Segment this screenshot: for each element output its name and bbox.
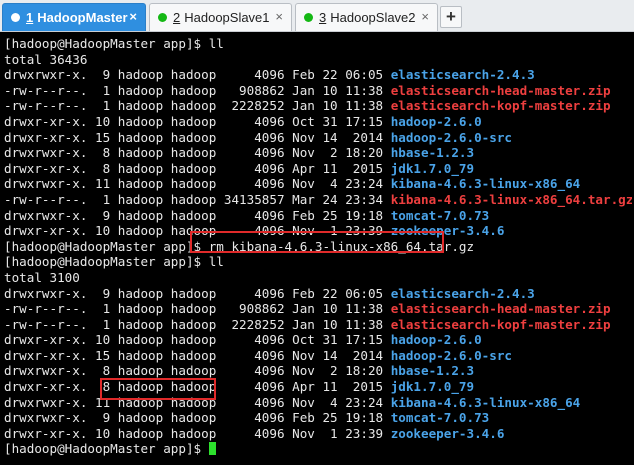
- terminal-text: [hadoop@HadoopMaster app]$ rm kibana-4.6…: [4, 238, 475, 254]
- terminal-text: drwxrwxr-x. 9 hadoop hadoop 4096 Feb 25 …: [4, 207, 391, 223]
- terminal-text: drwxrwxr-x. 9 hadoop hadoop 4096 Feb 22 …: [4, 67, 391, 83]
- terminal-text: drwxr-xr-x. 8 hadoop hadoop 4096 Apr 11 …: [4, 379, 391, 395]
- terminal-line: drwxr-xr-x. 10 hadoop hadoop 4096 Nov 1 …: [4, 223, 632, 239]
- terminal-line: drwxr-xr-x. 8 hadoop hadoop 4096 Apr 11 …: [4, 379, 632, 395]
- terminal-text: drwxr-xr-x. 10 hadoop hadoop 4096 Nov 1 …: [4, 223, 391, 239]
- terminal-text: drwxr-xr-x. 8 hadoop hadoop 4096 Apr 11 …: [4, 160, 391, 176]
- terminal-line: drwxrwxr-x. 11 hadoop hadoop 4096 Nov 4 …: [4, 176, 632, 192]
- terminal-text: total 36436: [4, 51, 88, 67]
- cursor: [208, 442, 216, 456]
- terminal-line: drwxr-xr-x. 10 hadoop hadoop 4096 Oct 31…: [4, 332, 632, 348]
- terminal-text: -rw-r--r--. 1 hadoop hadoop 2228252 Jan …: [4, 316, 391, 332]
- tab-hadoopslave1[interactable]: 2 HadoopSlave1 ×: [149, 3, 292, 31]
- terminal-text: drwxrwxr-x. 11 hadoop hadoop 4096 Nov 4 …: [4, 394, 391, 410]
- terminal-text: drwxr-xr-x. 10 hadoop hadoop 4096 Nov 1 …: [4, 425, 391, 441]
- terminal-line: drwxr-xr-x. 8 hadoop hadoop 4096 Apr 11 …: [4, 161, 632, 177]
- terminal-line: total 36436: [4, 52, 632, 68]
- close-tab-icon[interactable]: ×: [129, 10, 137, 24]
- tab-bar: 1 HadoopMaster × 2 HadoopSlave1 × 3 Hado…: [0, 0, 634, 32]
- file-name: elasticsearch-head-master.zip: [390, 82, 611, 98]
- terminal-line: [hadoop@HadoopMaster app]$ ll: [4, 254, 632, 270]
- terminal-text: drwxr-xr-x. 10 hadoop hadoop 4096 Oct 31…: [4, 113, 391, 129]
- terminal-text: drwxrwxr-x. 11 hadoop hadoop 4096 Nov 4 …: [4, 176, 391, 192]
- terminal-line: -rw-r--r--. 1 hadoop hadoop 34135857 Mar…: [4, 192, 632, 208]
- close-tab-icon[interactable]: ×: [421, 10, 429, 24]
- terminal-text: -rw-r--r--. 1 hadoop hadoop 2228252 Jan …: [4, 98, 391, 114]
- terminal-line: [hadoop@HadoopMaster app]$: [4, 441, 632, 457]
- tab-number: 1: [26, 10, 34, 25]
- terminal-line: drwxrwxr-x. 9 hadoop hadoop 4096 Feb 25 …: [4, 410, 632, 426]
- file-name: tomcat-7.0.73: [390, 207, 490, 223]
- tab-hadoopslave2[interactable]: 3 HadoopSlave2 ×: [295, 3, 438, 31]
- file-name: kibana-4.6.3-linux-x86_64.tar.gz: [390, 191, 632, 207]
- tab-label: HadoopSlave1: [184, 10, 270, 25]
- terminal-line: total 3100: [4, 270, 632, 286]
- terminal-text: drwxr-xr-x. 15 hadoop hadoop 4096 Nov 14…: [4, 129, 391, 145]
- tab-number: 2: [173, 10, 181, 25]
- file-name: hbase-1.2.3: [390, 363, 475, 379]
- terminal-line: drwxr-xr-x. 15 hadoop hadoop 4096 Nov 14…: [4, 130, 632, 146]
- file-name: elasticsearch-kopf-master.zip: [390, 316, 611, 332]
- terminal-line: [hadoop@HadoopMaster app]$ ll: [4, 36, 632, 52]
- terminal-line: drwxrwxr-x. 9 hadoop hadoop 4096 Feb 22 …: [4, 67, 632, 83]
- file-name: jdk1.7.0_79: [390, 160, 475, 176]
- terminal-line: drwxrwxr-x. 8 hadoop hadoop 4096 Nov 2 1…: [4, 145, 632, 161]
- terminal-line: drwxrwxr-x. 9 hadoop hadoop 4096 Feb 25 …: [4, 208, 632, 224]
- terminal-text: drwxrwxr-x. 8 hadoop hadoop 4096 Nov 2 1…: [4, 145, 391, 161]
- file-name: elasticsearch-kopf-master.zip: [390, 98, 611, 114]
- tab-number: 3: [319, 10, 327, 25]
- terminal-line: -rw-r--r--. 1 hadoop hadoop 908862 Jan 1…: [4, 83, 632, 99]
- terminal-line: drwxrwxr-x. 9 hadoop hadoop 4096 Feb 22 …: [4, 286, 632, 302]
- file-name: hadoop-2.6.0: [390, 113, 482, 129]
- file-name: jdk1.7.0_79: [390, 379, 475, 395]
- file-name: hbase-1.2.3: [390, 145, 475, 161]
- file-name: kibana-4.6.3-linux-x86_64: [390, 394, 581, 410]
- terminal-line: drwxr-xr-x. 10 hadoop hadoop 4096 Oct 31…: [4, 114, 632, 130]
- terminal-text: -rw-r--r--. 1 hadoop hadoop 34135857 Mar…: [4, 191, 391, 207]
- file-name: zookeeper-3.4.6: [390, 425, 505, 441]
- file-name: elasticsearch-2.4.3: [390, 285, 535, 301]
- tab-label: HadoopSlave2: [330, 10, 416, 25]
- terminal-line: drwxrwxr-x. 8 hadoop hadoop 4096 Nov 2 1…: [4, 363, 632, 379]
- connected-status-icon: [304, 13, 313, 22]
- close-tab-icon[interactable]: ×: [275, 10, 283, 24]
- tab-hadoopmaster[interactable]: 1 HadoopMaster ×: [2, 3, 146, 31]
- file-name: hadoop-2.6.0: [390, 332, 482, 348]
- terminal-text: drwxrwxr-x. 8 hadoop hadoop 4096 Nov 2 1…: [4, 363, 391, 379]
- terminal-text: -rw-r--r--. 1 hadoop hadoop 908862 Jan 1…: [4, 82, 391, 98]
- file-name: elasticsearch-2.4.3: [390, 67, 535, 83]
- terminal-line: -rw-r--r--. 1 hadoop hadoop 2228252 Jan …: [4, 98, 632, 114]
- file-name: zookeeper-3.4.6: [390, 223, 505, 239]
- terminal-line: -rw-r--r--. 1 hadoop hadoop 2228252 Jan …: [4, 317, 632, 333]
- tab-label: HadoopMaster: [37, 10, 128, 25]
- terminal-text: [hadoop@HadoopMaster app]$: [4, 441, 209, 457]
- terminal-text: drwxr-xr-x. 15 hadoop hadoop 4096 Nov 14…: [4, 347, 391, 363]
- terminal-line: drwxr-xr-x. 10 hadoop hadoop 4096 Nov 1 …: [4, 426, 632, 442]
- terminal-text: -rw-r--r--. 1 hadoop hadoop 908862 Jan 1…: [4, 301, 391, 317]
- terminal-text: total 3100: [4, 269, 80, 285]
- file-name: kibana-4.6.3-linux-x86_64: [390, 176, 581, 192]
- terminal-line: drwxrwxr-x. 11 hadoop hadoop 4096 Nov 4 …: [4, 395, 632, 411]
- terminal-text: drwxr-xr-x. 10 hadoop hadoop 4096 Oct 31…: [4, 332, 391, 348]
- file-name: hadoop-2.6.0-src: [390, 129, 513, 145]
- file-name: hadoop-2.6.0-src: [390, 347, 513, 363]
- session-status-icon: [11, 13, 20, 22]
- terminal-text: drwxrwxr-x. 9 hadoop hadoop 4096 Feb 22 …: [4, 285, 391, 301]
- terminal-line: -rw-r--r--. 1 hadoop hadoop 908862 Jan 1…: [4, 301, 632, 317]
- terminal-text: [hadoop@HadoopMaster app]$ ll: [4, 36, 224, 51]
- add-tab-button[interactable]: +: [440, 6, 462, 28]
- terminal-line: [hadoop@HadoopMaster app]$ rm kibana-4.6…: [4, 239, 632, 255]
- file-name: tomcat-7.0.73: [390, 410, 490, 426]
- connected-status-icon: [158, 13, 167, 22]
- file-name: elasticsearch-head-master.zip: [390, 301, 611, 317]
- terminal-output[interactable]: [hadoop@HadoopMaster app]$ ll total 36436…: [4, 36, 632, 457]
- terminal-text: drwxrwxr-x. 9 hadoop hadoop 4096 Feb 25 …: [4, 410, 391, 426]
- terminal-text: [hadoop@HadoopMaster app]$ ll: [4, 254, 224, 270]
- terminal-line: drwxr-xr-x. 15 hadoop hadoop 4096 Nov 14…: [4, 348, 632, 364]
